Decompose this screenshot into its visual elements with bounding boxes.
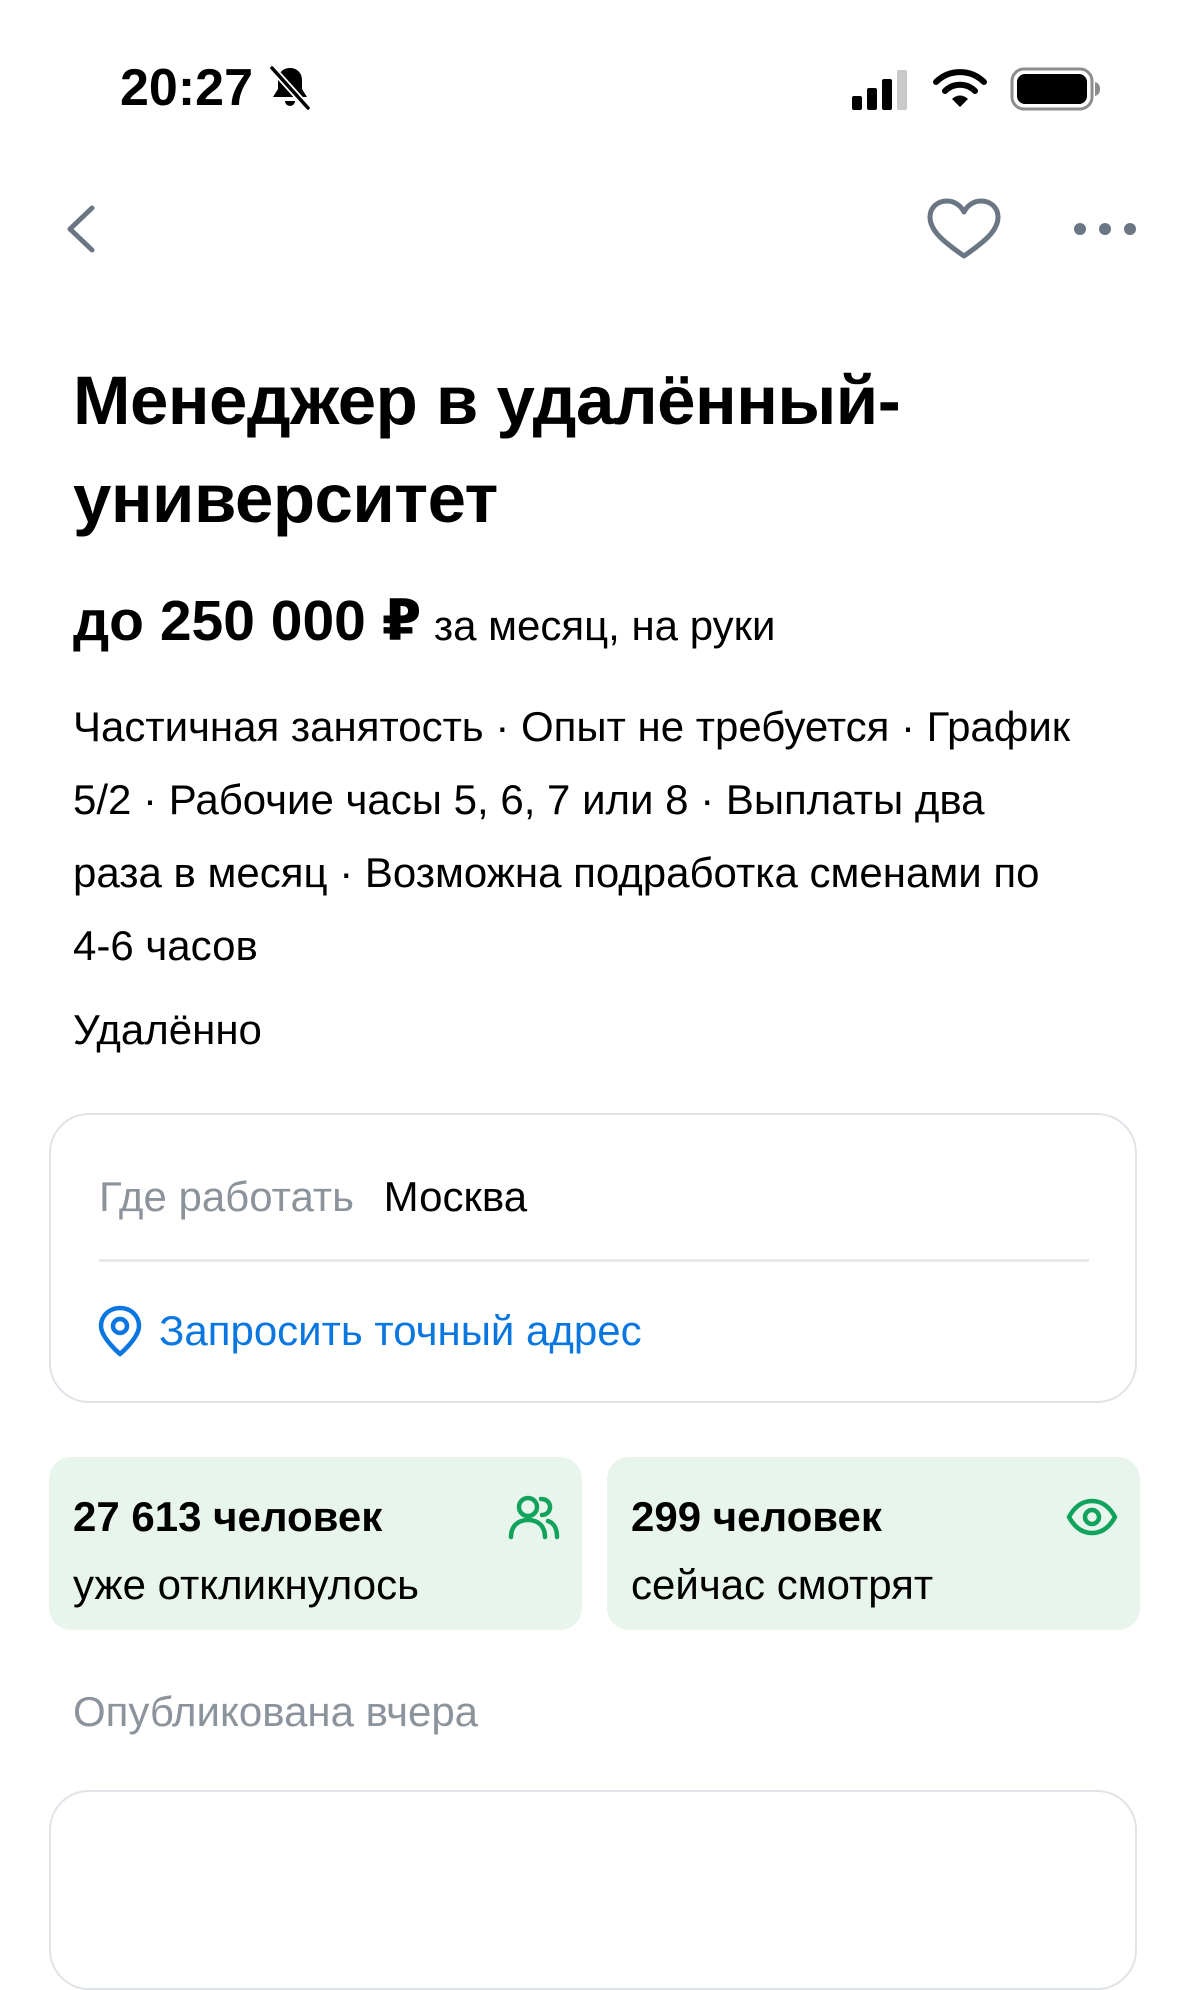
status-bar: 20:27 <box>0 0 1200 150</box>
location-city: Москва <box>383 1173 528 1220</box>
watching-caption: сейчас смотрят <box>631 1561 934 1608</box>
salary-note: за месяц, на руки <box>433 602 776 649</box>
vacancy-title: Менеджер в удалённый-университет <box>73 362 901 537</box>
bell-off-icon <box>269 65 311 111</box>
location-row: Где работать Москва <box>99 1167 527 1227</box>
status-time: 20:27 <box>120 59 253 117</box>
location-card: Где работать Москва Запросить точный адр… <box>49 1113 1137 1403</box>
salary-amount: до 250 000 ₽ <box>73 589 422 653</box>
watching-count: 299 человек <box>631 1493 882 1540</box>
location-label: Где работать <box>99 1173 354 1220</box>
responses-count: 27 613 человек <box>73 1493 383 1540</box>
more-options-button[interactable] <box>1070 206 1140 252</box>
wifi-icon <box>933 69 987 107</box>
request-address-label: Запросить точный адрес <box>159 1307 642 1354</box>
salary-row: до 250 000 ₽ за месяц, на руки <box>73 588 775 654</box>
work-format: Удалённо <box>73 1006 262 1053</box>
watching-stat-card: 299 человек сейчас смотрят <box>607 1457 1140 1630</box>
job-conditions: Частичная занятость · Опыт не требуется … <box>73 703 1071 969</box>
responses-caption: уже откликнулось <box>73 1561 419 1608</box>
published-date: Опубликована вчера <box>73 1688 479 1735</box>
users-icon <box>508 1495 560 1540</box>
cellular-signal-icon <box>852 70 907 110</box>
next-section-card <box>49 1790 1137 1990</box>
eye-icon <box>1066 1498 1118 1536</box>
battery-icon <box>1010 67 1100 111</box>
request-address-link[interactable]: Запросить точный адрес <box>97 1301 642 1361</box>
responses-stat-card: 27 613 человек уже откликнулось <box>49 1457 582 1630</box>
location-pin-icon <box>98 1305 142 1357</box>
favorite-button[interactable] <box>924 196 1004 262</box>
back-button[interactable] <box>56 196 106 262</box>
divider <box>99 1259 1089 1262</box>
